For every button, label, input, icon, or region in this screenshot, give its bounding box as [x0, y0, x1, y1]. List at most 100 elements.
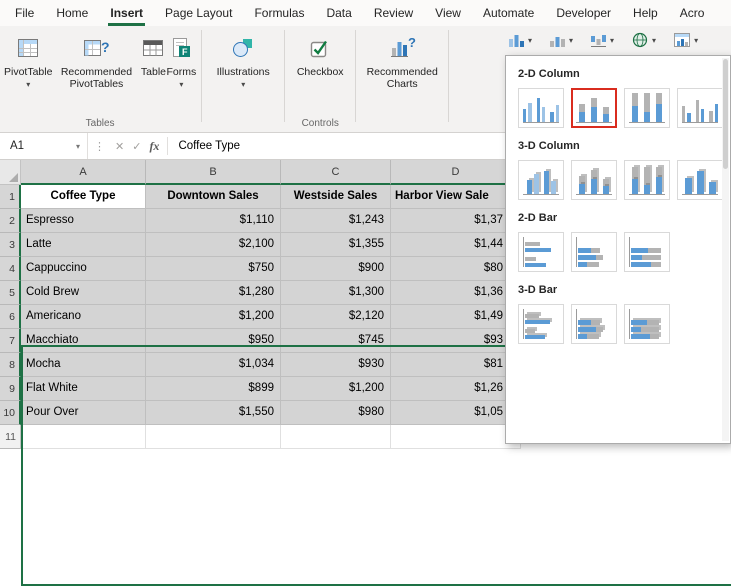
cell[interactable]: Cold Brew: [21, 281, 146, 305]
cell[interactable]: $745: [281, 329, 391, 353]
row-header-2[interactable]: 2: [0, 209, 21, 233]
forms-button[interactable]: F Forms ▾: [166, 28, 196, 88]
row-header-7[interactable]: 7: [0, 329, 21, 353]
insert-combo-chart-button[interactable]: ▾: [549, 33, 573, 48]
menu-scrollbar-thumb[interactable]: [723, 59, 728, 169]
cell[interactable]: $1,300: [281, 281, 391, 305]
tab-help[interactable]: Help: [622, 0, 669, 26]
cell[interactable]: $980: [281, 401, 391, 425]
checkbox-button[interactable]: Checkbox: [290, 28, 350, 78]
select-all-button[interactable]: [0, 160, 21, 185]
insert-function-button[interactable]: fx: [145, 139, 163, 154]
row-header-11[interactable]: 11: [0, 425, 21, 449]
cell[interactable]: [146, 425, 281, 449]
cell[interactable]: Latte: [21, 233, 146, 257]
row-header-6[interactable]: 6: [0, 305, 21, 329]
active-cell-a1[interactable]: Coffee Type: [21, 185, 146, 209]
cell[interactable]: $750: [146, 257, 281, 281]
cell[interactable]: Macchiato: [21, 329, 146, 353]
cell[interactable]: Flat White: [21, 377, 146, 401]
row-header-3[interactable]: 3: [0, 233, 21, 257]
cell[interactable]: $80: [391, 257, 521, 281]
insert-statistic-chart-button[interactable]: ▾: [590, 33, 614, 48]
hundred-percent-stacked-bar-thumb[interactable]: [624, 232, 670, 272]
tab-data[interactable]: Data: [315, 0, 362, 26]
cell[interactable]: $1,05: [391, 401, 521, 425]
tab-review[interactable]: Review: [363, 0, 424, 26]
column-header-d[interactable]: D: [391, 160, 521, 185]
pivottable-button[interactable]: PivotTable ▾: [4, 28, 52, 88]
cell[interactable]: $900: [281, 257, 391, 281]
cell[interactable]: $1,110: [146, 209, 281, 233]
row-header-10[interactable]: 10: [0, 401, 21, 425]
cancel-icon[interactable]: ✕: [111, 140, 128, 153]
cell[interactable]: $1,36: [391, 281, 521, 305]
column-header-c[interactable]: C: [281, 160, 391, 185]
table-button[interactable]: Table: [140, 28, 166, 78]
cell[interactable]: $930: [281, 353, 391, 377]
cell[interactable]: Harbor View Sale: [391, 185, 521, 209]
tab-home[interactable]: Home: [45, 0, 99, 26]
3d-clustered-column-thumb[interactable]: [518, 160, 564, 200]
recommended-charts-button[interactable]: ? Recommended Charts: [361, 28, 443, 90]
row-header-4[interactable]: 4: [0, 257, 21, 281]
formula-bar-content[interactable]: Coffee Type: [172, 140, 240, 152]
3d-stacked-bar-thumb[interactable]: [571, 304, 617, 344]
column-header-a[interactable]: A: [21, 160, 146, 185]
cell[interactable]: Westside Sales: [281, 185, 391, 209]
cell[interactable]: $1,280: [146, 281, 281, 305]
name-box[interactable]: A1 ▾: [0, 133, 88, 159]
cell[interactable]: [281, 425, 391, 449]
tab-developer[interactable]: Developer: [545, 0, 622, 26]
cell[interactable]: Cappuccino: [21, 257, 146, 281]
cell[interactable]: Espresso: [21, 209, 146, 233]
illustrations-button[interactable]: Illustrations ▾: [207, 28, 279, 88]
cell[interactable]: $81: [391, 353, 521, 377]
stacked-bar-thumb[interactable]: [571, 232, 617, 272]
cell[interactable]: $1,44: [391, 233, 521, 257]
enter-check-icon[interactable]: ✓: [128, 140, 145, 153]
row-header-9[interactable]: 9: [0, 377, 21, 401]
cell[interactable]: Downtown Sales: [146, 185, 281, 209]
cell[interactable]: $93: [391, 329, 521, 353]
row-header-8[interactable]: 8: [0, 353, 21, 377]
cell[interactable]: [391, 425, 521, 449]
cell[interactable]: $1,200: [281, 377, 391, 401]
cell[interactable]: Pour Over: [21, 401, 146, 425]
hundred-percent-stacked-column-thumb[interactable]: [624, 88, 670, 128]
row-header-5[interactable]: 5: [0, 281, 21, 305]
stacked-column-thumb-highlighted[interactable]: [571, 88, 617, 128]
row-header-1[interactable]: 1: [0, 185, 21, 209]
cell[interactable]: $899: [146, 377, 281, 401]
3d-hundred-percent-stacked-bar-thumb[interactable]: [624, 304, 670, 344]
cell[interactable]: $1,26: [391, 377, 521, 401]
cell[interactable]: $2,100: [146, 233, 281, 257]
clustered-column-variant-thumb[interactable]: [677, 88, 723, 128]
clustered-column-thumb[interactable]: [518, 88, 564, 128]
3d-stacked-column-thumb[interactable]: [571, 160, 617, 200]
cell[interactable]: $1,200: [146, 305, 281, 329]
cell[interactable]: Americano: [21, 305, 146, 329]
insert-column-chart-button[interactable]: ▾: [508, 33, 532, 48]
insert-pivotchart-button[interactable]: ▾: [673, 32, 698, 48]
insert-map-chart-button[interactable]: ▾: [631, 32, 656, 48]
tab-page-layout[interactable]: Page Layout: [154, 0, 243, 26]
cell[interactable]: $1,37: [391, 209, 521, 233]
column-header-b[interactable]: B: [146, 160, 281, 185]
recommended-pivottables-button[interactable]: ? Recommended PivotTables: [52, 28, 140, 90]
cell[interactable]: Mocha: [21, 353, 146, 377]
tab-insert[interactable]: Insert: [99, 0, 154, 26]
cell[interactable]: $1,49: [391, 305, 521, 329]
tab-acrobat[interactable]: Acro: [669, 0, 716, 26]
cell[interactable]: $950: [146, 329, 281, 353]
cell[interactable]: $1,034: [146, 353, 281, 377]
3d-clustered-bar-thumb[interactable]: [518, 304, 564, 344]
3d-column-thumb[interactable]: [677, 160, 723, 200]
tab-formulas[interactable]: Formulas: [243, 0, 315, 26]
cell[interactable]: $1,550: [146, 401, 281, 425]
tab-file[interactable]: File: [4, 0, 45, 26]
tab-automate[interactable]: Automate: [472, 0, 545, 26]
3d-hundred-percent-stacked-column-thumb[interactable]: [624, 160, 670, 200]
tab-view[interactable]: View: [424, 0, 472, 26]
cell[interactable]: [21, 425, 146, 449]
